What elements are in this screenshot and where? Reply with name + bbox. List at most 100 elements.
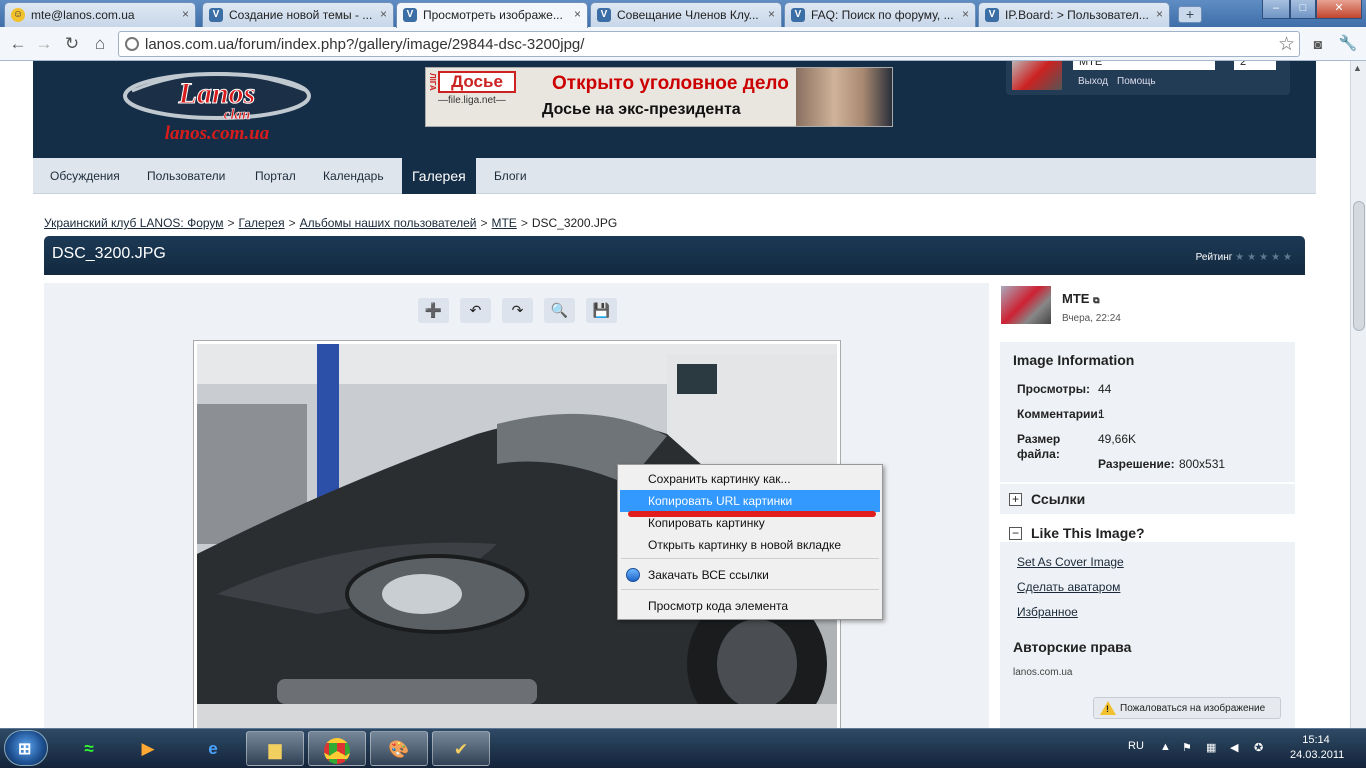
author-name[interactable]: MTE ⧉ (1062, 291, 1100, 306)
menu-open-image-new-tab[interactable]: Открыть картинку в новой вкладке (620, 534, 880, 556)
views-value: 44 (1098, 382, 1112, 396)
author-avatar[interactable] (1001, 286, 1051, 324)
tab-create-topic[interactable]: V Создание новой темы - ... × (202, 2, 394, 27)
close-tab-icon[interactable]: × (962, 7, 969, 21)
author-name-text[interactable]: MTE (1062, 291, 1089, 306)
taskbar-app-icon[interactable]: ✔ (432, 731, 490, 766)
tab-ipboard[interactable]: V IP.Board: > Пользовател... × (978, 2, 1170, 27)
like-header[interactable]: − Like This Image? (1000, 518, 1295, 548)
red-underline-annotation (628, 511, 876, 517)
save-disk-icon[interactable]: 💾 (586, 298, 617, 323)
close-window-button[interactable]: ✕ (1316, 0, 1362, 19)
taskbar-paint-icon[interactable]: 🎨 (370, 731, 428, 766)
zoom-icon[interactable]: 🔍 (544, 298, 575, 323)
menu-copy-image-url[interactable]: Копировать URL картинки (620, 490, 880, 512)
breadcrumb-albums[interactable]: Альбомы наших пользователей (300, 216, 477, 230)
close-tab-icon[interactable]: × (768, 7, 775, 21)
lanos-clan-logo[interactable]: Lanos clan lanos.com.ua (117, 61, 322, 143)
start-button[interactable]: ⊞ (4, 730, 48, 766)
home-icon[interactable]: ⌂ (90, 34, 110, 54)
tab-view-image[interactable]: V Просмотреть изображе... × (396, 2, 588, 28)
nav-gallery[interactable]: Галерея (402, 158, 476, 194)
menu-separator (621, 589, 879, 590)
ad-banner[interactable]: ЛІГА Досье —file.liga.net— Открыто уголо… (425, 67, 893, 127)
links-section[interactable]: + Ссылки (1000, 484, 1295, 514)
forward-arrow-icon[interactable]: → (34, 34, 54, 54)
help-link[interactable]: Помощь (1117, 76, 1156, 87)
taskbar-explorer-icon[interactable]: ▆ (246, 731, 304, 766)
user-name[interactable]: MTE (1073, 61, 1215, 70)
clock[interactable]: 15:14 24.03.2011 (1290, 733, 1345, 763)
like-title[interactable]: Like This Image? (1031, 525, 1145, 541)
scroll-up-icon[interactable]: ▲ (1353, 63, 1362, 73)
menu-download-all-links[interactable]: Закачать ВСЕ ссылки (620, 564, 880, 586)
rating: Рейтинг ★★★★★ (1196, 252, 1295, 263)
expand-plus-icon[interactable]: + (1009, 493, 1022, 506)
nav-portal[interactable]: Портал (245, 158, 306, 194)
volume-icon[interactable]: ◀ (1230, 741, 1238, 754)
logout-link[interactable]: Выход (1078, 76, 1108, 87)
forum-icon: V (403, 8, 417, 22)
reload-icon[interactable]: ↻ (62, 34, 82, 54)
breadcrumb: Украинский клуб LANOS: Форум > Галерея > Аль… (44, 216, 618, 230)
clock-date: 24.03.2011 (1290, 749, 1345, 761)
breadcrumb-forum[interactable]: Украинский клуб LANOS: Форум (44, 216, 224, 230)
scroll-thumb[interactable] (1353, 201, 1365, 331)
close-tab-icon[interactable]: × (1156, 7, 1163, 21)
tray-app-icon[interactable]: ✪ (1254, 741, 1263, 754)
wrench-menu-icon[interactable]: 🔧 (1338, 34, 1358, 54)
links-title[interactable]: Ссылки (1031, 491, 1085, 507)
report-label[interactable]: Пожаловаться на изображение (1120, 703, 1265, 714)
minimize-button[interactable]: – (1262, 0, 1290, 19)
copyright-value: lanos.com.ua (1013, 667, 1073, 678)
taskbar-ie-icon[interactable]: e (184, 731, 242, 766)
taskbar-chrome-icon[interactable] (308, 731, 366, 766)
menu-save-image[interactable]: Сохранить картинку как... (620, 468, 880, 490)
breadcrumb-user[interactable]: MTE (491, 216, 516, 230)
tab-meeting[interactable]: V Совещание Членов Клу... × (590, 2, 782, 27)
forum-icon: V (791, 8, 805, 22)
address-bar[interactable]: lanos.com.ua/forum/index.php?/gallery/im… (118, 31, 1300, 57)
taskbar-media-player-icon[interactable]: ▶ (119, 731, 177, 766)
razer-glyph: ≈ (84, 739, 94, 758)
nav-calendar[interactable]: Календарь (313, 158, 394, 194)
context-menu: Сохранить картинку как... Копировать URL… (617, 464, 883, 620)
favorites-link[interactable]: Избранное (1017, 605, 1078, 619)
external-link-icon[interactable]: ⧉ (1093, 295, 1099, 305)
taskbar-razer-icon[interactable]: ≈ (60, 731, 118, 766)
network-icon[interactable]: ▦ (1206, 741, 1216, 754)
collapse-minus-icon[interactable]: − (1009, 527, 1022, 540)
tray-expand-icon[interactable]: ▲ (1160, 741, 1171, 753)
nav-discussions[interactable]: Обсуждения (40, 158, 130, 194)
tab-label: mte@lanos.com.ua (31, 8, 135, 22)
menu-inspect-element[interactable]: Просмотр кода элемента (620, 595, 880, 617)
maximize-button[interactable]: □ (1290, 0, 1316, 19)
notification-count[interactable]: 2 (1234, 61, 1276, 70)
language-indicator[interactable]: RU (1128, 740, 1144, 752)
rating-stars[interactable]: ★★★★★ (1235, 252, 1295, 263)
new-tab-button[interactable]: + (1178, 6, 1202, 23)
add-image-icon[interactable]: ➕ (418, 298, 449, 323)
back-arrow-icon[interactable]: ← (8, 34, 28, 54)
close-tab-icon[interactable]: × (574, 7, 581, 21)
nav-users[interactable]: Пользователи (137, 158, 235, 194)
tab-faq[interactable]: V FAQ: Поиск по форуму, ... × (784, 2, 976, 27)
tab-mail[interactable]: ☺ mte@lanos.com.ua × (4, 2, 196, 27)
flag-icon[interactable]: ⚑ (1182, 741, 1192, 754)
menu-download-all-label[interactable]: Закачать ВСЕ ссылки (648, 568, 769, 582)
nav-blogs[interactable]: Блоги (484, 158, 537, 194)
rotate-left-icon[interactable]: ↶ (460, 298, 491, 323)
close-tab-icon[interactable]: × (182, 7, 189, 21)
report-image-button[interactable]: ! Пожаловаться на изображение (1093, 697, 1281, 719)
camera-extension-icon[interactable]: ◙ (1308, 34, 1328, 54)
rotate-right-icon[interactable]: ↷ (502, 298, 533, 323)
user-avatar[interactable] (1012, 61, 1062, 90)
make-avatar-link[interactable]: Сделать аватаром (1017, 580, 1120, 594)
url-text[interactable]: lanos.com.ua/forum/index.php?/gallery/im… (145, 36, 584, 53)
page-scrollbar[interactable]: ▲ (1350, 61, 1366, 729)
banner-headline: Открыто уголовное дело (552, 73, 789, 94)
bookmark-star-icon[interactable]: ☆ (1278, 33, 1295, 56)
close-tab-icon[interactable]: × (380, 7, 387, 21)
breadcrumb-gallery[interactable]: Галерея (239, 216, 285, 230)
set-cover-link[interactable]: Set As Cover Image (1017, 555, 1124, 569)
